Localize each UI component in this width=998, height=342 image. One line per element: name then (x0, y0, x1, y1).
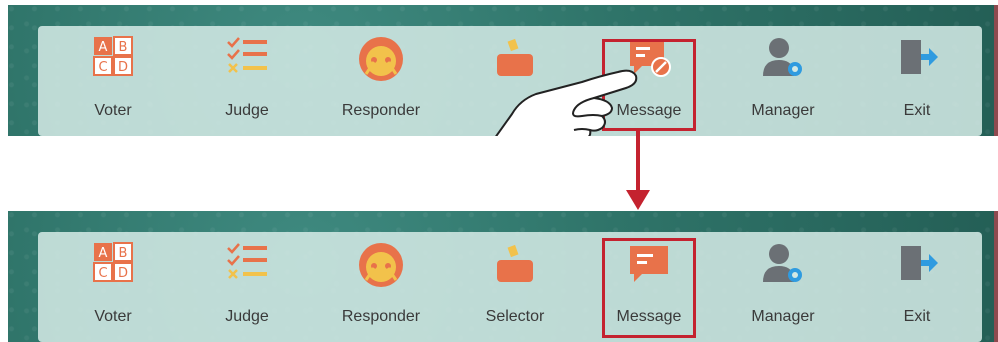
abcd-icon: A B C D (46, 36, 180, 82)
svg-text:A: A (99, 40, 108, 55)
arrow-down-icon (626, 190, 650, 210)
svg-text:B: B (119, 40, 128, 55)
svg-text:A: A (99, 246, 108, 261)
tool-label: Responder (341, 308, 421, 325)
tool-manager[interactable]: Manager (716, 26, 850, 136)
manager-gear-icon (716, 36, 850, 82)
responder-face-icon (314, 242, 448, 288)
tool-responder[interactable]: Responder (314, 232, 448, 342)
arrow-shaft (636, 130, 640, 192)
tool-label: Manager (751, 102, 815, 119)
bottom-screenshot-panel: A B C D Voter Judge Responder Selector M… (8, 211, 998, 342)
tool-label: Voter (94, 102, 132, 119)
highlight-box (602, 238, 696, 338)
tool-label: Exit (903, 308, 931, 325)
responder-face-icon (314, 36, 448, 82)
tool-voter[interactable]: A B C D Voter (46, 232, 180, 342)
tool-label: Responder (341, 102, 421, 119)
tool-label: Exit (903, 102, 931, 119)
svg-text:C: C (98, 266, 107, 281)
tool-label: Judge (225, 102, 269, 119)
manager-gear-icon (716, 242, 850, 288)
selector-box-icon (448, 242, 582, 288)
tool-exit[interactable]: Exit (850, 26, 984, 136)
pointing-hand-icon (490, 56, 650, 136)
tool-label: Manager (751, 308, 815, 325)
toolbar-after: A B C D Voter Judge Responder Selector M… (38, 232, 982, 342)
tool-responder[interactable]: Responder (314, 26, 448, 136)
tool-label: Judge (225, 308, 269, 325)
tool-selector[interactable]: Selector (448, 232, 582, 342)
abcd-icon: A B C D (46, 242, 180, 288)
svg-text:D: D (118, 266, 128, 281)
svg-text:B: B (119, 246, 128, 261)
exit-icon (850, 242, 984, 288)
tool-voter[interactable]: A B C D Voter (46, 26, 180, 136)
checklist-icon (180, 36, 314, 82)
top-screenshot-panel: A B C D Voter Judge Responder Message Ma… (8, 5, 998, 136)
toolbar-before: A B C D Voter Judge Responder Message Ma… (38, 26, 982, 136)
tool-label: Selector (485, 308, 545, 325)
tool-judge[interactable]: Judge (180, 26, 314, 136)
checklist-icon (180, 242, 314, 288)
svg-text:D: D (118, 60, 128, 75)
tool-exit[interactable]: Exit (850, 232, 984, 342)
exit-icon (850, 36, 984, 82)
tool-judge[interactable]: Judge (180, 232, 314, 342)
svg-text:C: C (98, 60, 107, 75)
tool-label: Voter (94, 308, 132, 325)
tool-manager[interactable]: Manager (716, 232, 850, 342)
